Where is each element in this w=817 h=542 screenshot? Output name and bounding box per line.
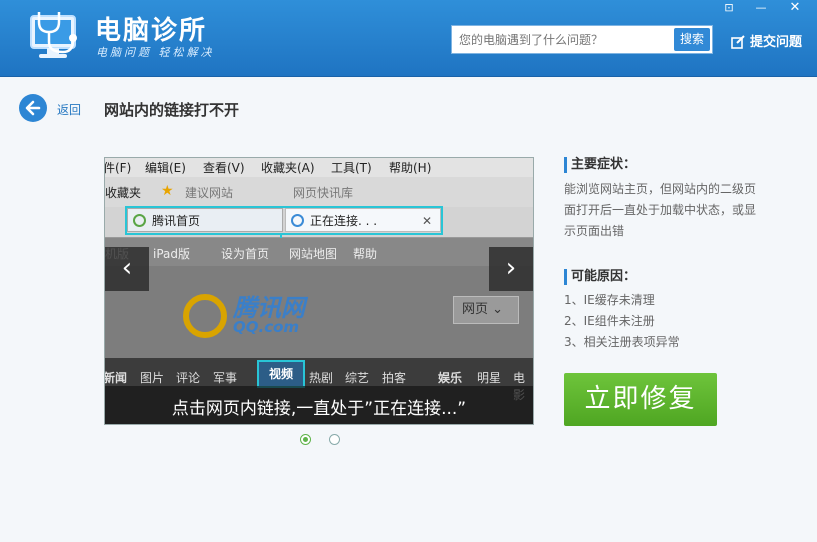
menu-tools: 工具(T) [331,161,372,175]
cause-item: 2、IE组件未注册 [564,314,655,328]
channel-pictures: 图片 [140,371,165,385]
causes-heading: 可能原因： [564,269,636,285]
back-label[interactable]: 返回 [57,101,81,118]
channel-drama: 热剧 [309,371,334,385]
search-box: 搜索 [451,25,713,54]
site-content: 腾讯网 QQ.com 网页 ⌄ [105,266,533,358]
slide-caption: 点击网页内链接,一直处于”正在连接...” [171,399,467,419]
minimize-button[interactable]: — [746,0,776,16]
nav-help: 帮助 [353,247,378,261]
slide-dot-2[interactable] [329,434,340,445]
ie-menubar: 件(F) 编辑(E) 查看(V) 收藏夹(A) 工具(T) 帮助(H) [105,158,533,178]
channel-news: 新闻 [104,371,128,385]
site-search-select: 网页 ⌄ [453,296,519,324]
search-button[interactable]: 搜索 [674,28,710,51]
channel-comments: 评论 [176,371,201,385]
tencent-logo-icon [183,294,227,338]
page-title: 网站内的链接打不开 [104,101,240,119]
submit-question-label: 提交问题 [750,35,803,50]
symptoms-heading: 主要症状： [564,157,636,173]
search-input[interactable] [452,26,672,53]
stethoscope-monitor-logo-icon [30,12,77,58]
slide-dot-1[interactable] [300,434,311,445]
tab-highlight-box [125,206,443,235]
ie-favorites-bar: 收藏夹 ★ 建议网站 网页快讯库 [105,177,533,208]
skin-icon[interactable]: ⊡ [714,0,744,16]
arrow-left-icon [25,100,41,116]
nav-set-home: 设为首页 [221,247,270,261]
close-button[interactable]: ✕ [780,0,810,16]
edit-icon [731,35,745,49]
menu-favorites: 收藏夹(A) [261,161,315,175]
app-header: 电脑诊所 电脑问题 轻松解决 ⊡ — ✕ 搜索 提交问题 [0,0,817,77]
channel-variety: 综艺 [345,371,370,385]
slide-next-button[interactable]: › [489,247,533,291]
web-slice-label: 网页快讯库 [293,186,354,200]
cause-item: 1、IE缓存未清理 [564,293,655,307]
site-nav-row: 机版 iPad版 设为首页 网站地图 帮助 [105,238,533,266]
channel-ent: 娱乐 [438,371,463,385]
slide-prev-button[interactable]: ‹ [105,247,149,291]
nav-ipad: iPad版 [153,247,191,261]
favorites-label: 收藏夹 [105,186,142,200]
channel-stars: 明星 [477,371,502,385]
menu-help: 帮助(H) [389,161,432,175]
app-slogan: 电脑问题 轻松解决 [96,46,215,59]
submit-question-link[interactable]: 提交问题 [731,31,802,50]
back-button[interactable] [19,94,47,122]
nav-sitemap: 网站地图 [289,247,338,261]
fix-now-button[interactable]: 立即修复 [564,373,717,426]
suggested-sites-label: 建议网站 [185,186,234,200]
symptom-slideshow: 件(F) 编辑(E) 查看(V) 收藏夹(A) 工具(T) 帮助(H) 收藏夹 … [104,157,534,425]
tencent-logo-sub: QQ.com [233,318,300,336]
channel-military: 军事 [213,371,238,385]
menu-file: 件(F) [104,161,132,175]
channel-paike: 拍客 [382,371,407,385]
menu-view: 查看(V) [203,161,245,175]
star-icon: ★ [161,183,174,199]
menu-edit: 编辑(E) [145,161,186,175]
app-title: 电脑诊所 [95,16,208,46]
cause-item: 3、相关注册表项异常 [564,335,680,349]
symptoms-text: 能浏览网站主页，但网站内的二级页面打开后一直处于加载中状态，或显示页面出错 [564,182,757,238]
channel-video-highlight: 视频 [257,360,305,388]
